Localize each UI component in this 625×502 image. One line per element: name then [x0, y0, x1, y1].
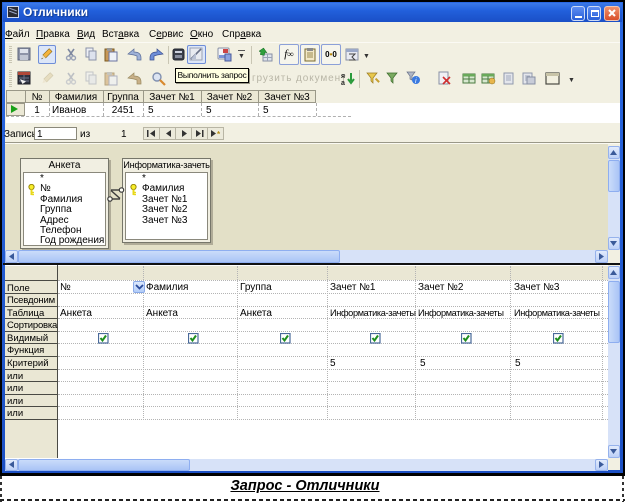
svg-text:а: а — [341, 80, 345, 86]
svg-text:я: я — [341, 73, 345, 80]
svg-text:*: * — [217, 130, 221, 137]
